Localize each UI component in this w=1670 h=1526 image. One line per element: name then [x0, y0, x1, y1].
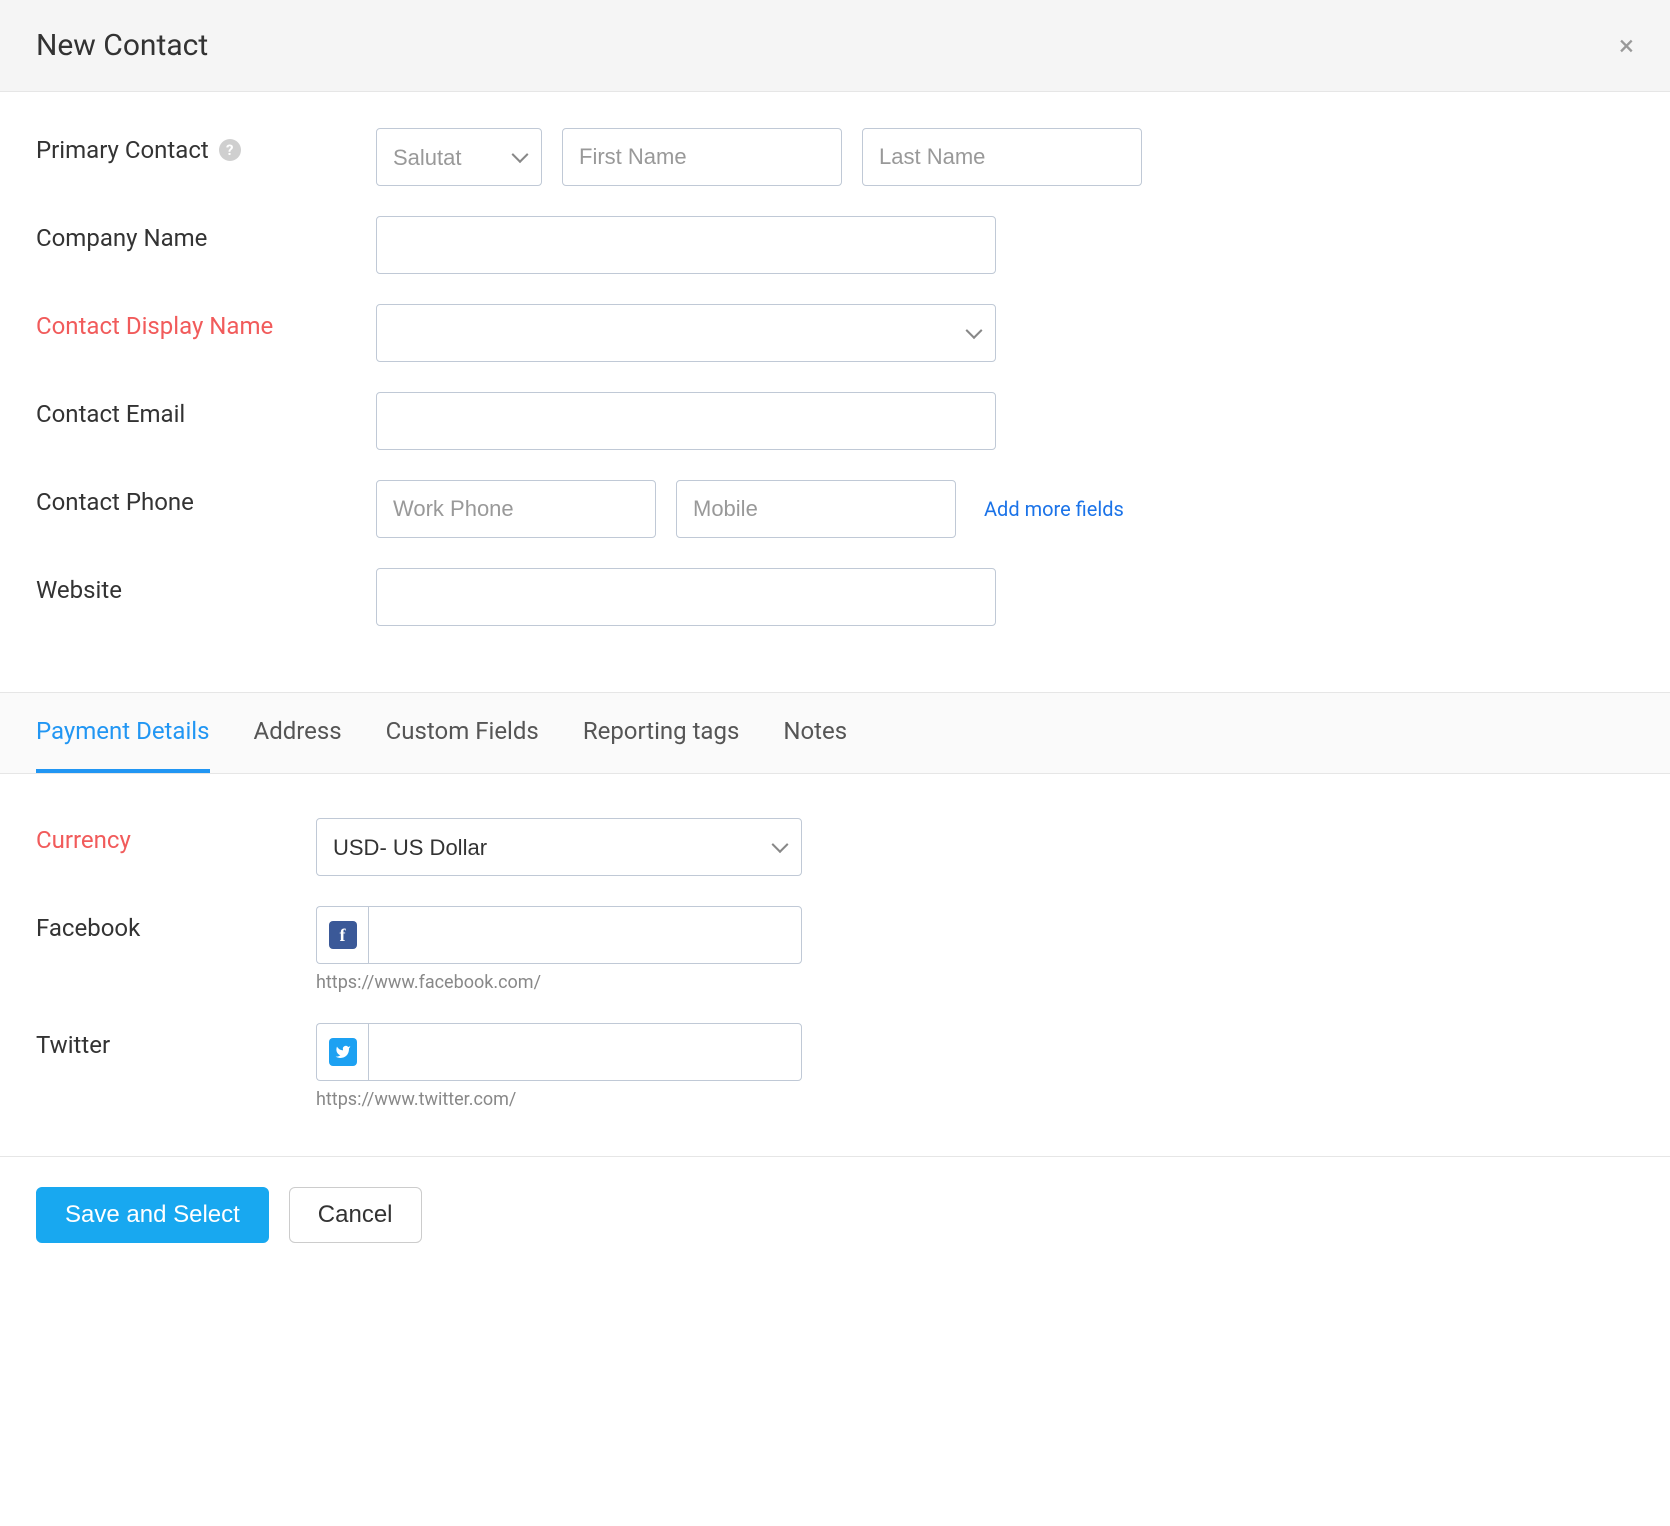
tabs-container: Payment Details Address Custom Fields Re… — [0, 692, 1670, 774]
first-name-input[interactable] — [562, 128, 842, 186]
tab-custom-fields[interactable]: Custom Fields — [386, 693, 539, 773]
tab-address[interactable]: Address — [254, 693, 342, 773]
mobile-input[interactable] — [676, 480, 956, 538]
contact-email-input[interactable] — [376, 392, 996, 450]
help-icon[interactable]: ? — [219, 139, 241, 161]
label-company-name: Company Name — [36, 216, 376, 252]
row-contact-display-name: Contact Display Name — [36, 304, 1634, 362]
row-contact-phone: Contact Phone Add more fields — [36, 480, 1634, 538]
label-twitter: Twitter — [36, 1023, 316, 1059]
twitter-help-text: https://www.twitter.com/ — [316, 1089, 802, 1110]
facebook-help-text: https://www.facebook.com/ — [316, 972, 802, 993]
twitter-input[interactable] — [368, 1023, 802, 1081]
facebook-icon: f — [316, 906, 368, 964]
row-currency: Currency USD- US Dollar — [36, 818, 1634, 876]
page-title: New Contact — [36, 28, 208, 63]
website-input[interactable] — [376, 568, 996, 626]
currency-select[interactable]: USD- US Dollar — [316, 818, 802, 876]
row-company-name: Company Name — [36, 216, 1634, 274]
label-contact-display-name: Contact Display Name — [36, 304, 376, 340]
label-website: Website — [36, 568, 376, 604]
row-twitter: Twitter https://www.twitter.com/ — [36, 1023, 1634, 1110]
cancel-button[interactable]: Cancel — [289, 1187, 422, 1243]
twitter-icon — [316, 1023, 368, 1081]
dialog-footer: Save and Select Cancel — [0, 1156, 1670, 1273]
row-contact-email: Contact Email — [36, 392, 1634, 450]
row-facebook: Facebook f https://www.facebook.com/ — [36, 906, 1634, 993]
contact-display-name-select[interactable] — [376, 304, 996, 362]
label-currency: Currency — [36, 818, 316, 854]
salutation-select[interactable]: Salutat — [376, 128, 542, 186]
company-name-input[interactable] — [376, 216, 996, 274]
save-button[interactable]: Save and Select — [36, 1187, 269, 1243]
row-website: Website — [36, 568, 1634, 626]
tab-notes[interactable]: Notes — [783, 693, 847, 773]
row-primary-contact: Primary Contact ? Salutat — [36, 128, 1634, 186]
tab-reporting-tags[interactable]: Reporting tags — [583, 693, 740, 773]
label-contact-phone: Contact Phone — [36, 480, 376, 516]
form-body: Primary Contact ? Salutat Company Name C… — [0, 92, 1670, 672]
label-facebook: Facebook — [36, 906, 316, 942]
label-primary-contact-text: Primary Contact — [36, 136, 209, 164]
label-primary-contact: Primary Contact ? — [36, 128, 376, 164]
tab-payment-details[interactable]: Payment Details — [36, 693, 210, 773]
tab-content-payment-details: Currency USD- US Dollar Facebook f https… — [0, 774, 1670, 1156]
close-icon[interactable]: × — [1619, 32, 1634, 60]
add-more-fields-link[interactable]: Add more fields — [984, 497, 1124, 521]
work-phone-input[interactable] — [376, 480, 656, 538]
dialog-header: New Contact × — [0, 0, 1670, 92]
label-contact-email: Contact Email — [36, 392, 376, 428]
facebook-input[interactable] — [368, 906, 802, 964]
last-name-input[interactable] — [862, 128, 1142, 186]
